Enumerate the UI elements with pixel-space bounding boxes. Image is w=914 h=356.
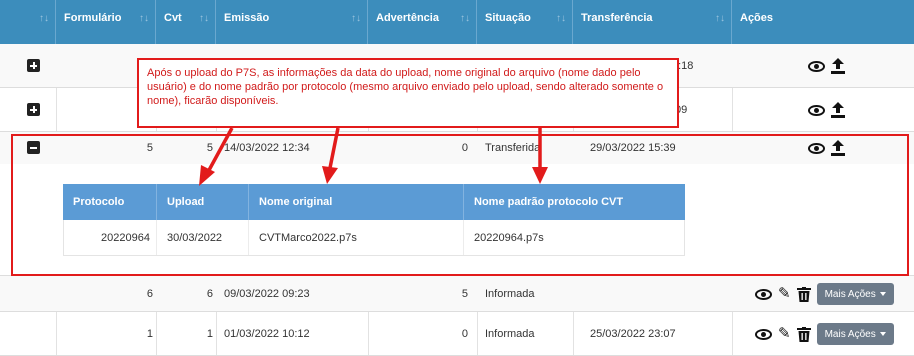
col-header-formulario[interactable]: Formulário ↑↓ (56, 0, 156, 44)
situacao-cell: Informada (485, 287, 535, 300)
annotation-callout: Após o upload do P7S, as informações da … (137, 58, 679, 128)
advertencia-cell: 0 (461, 327, 468, 340)
plus-square-icon[interactable] (27, 59, 40, 72)
more-actions-button[interactable]: Mais Ações (816, 283, 894, 305)
table-row: 6 6 09/03/2022 09:23 5 Informada ✎ Mais … (0, 276, 914, 312)
row-actions: ✎ Mais Ações (755, 283, 894, 305)
advertencia-cell: 5 (461, 287, 468, 300)
eye-icon[interactable] (808, 104, 825, 116)
pencil-icon[interactable]: ✎ (778, 326, 791, 341)
table-header: ↑↓ Formulário ↑↓ Cvt ↑↓ Emissão ↑↓ Advertên… (0, 0, 914, 44)
table-row: 1 1 01/03/2022 10:12 0 Informada 25/03/2… (0, 312, 914, 356)
caret-down-icon (879, 292, 886, 296)
row-actions (808, 58, 845, 74)
formulario-cell: 6 (146, 287, 153, 300)
formulario-cell: 1 (146, 327, 153, 340)
caret-down-icon (879, 332, 886, 336)
eye-icon[interactable] (755, 288, 772, 300)
eye-icon[interactable] (755, 328, 772, 340)
col-header-transferencia[interactable]: Transferência ↑↓ (573, 0, 732, 44)
cvt-cell: 6 (206, 287, 213, 300)
upload-icon[interactable] (831, 102, 845, 118)
col-header-emissao[interactable]: Emissão ↑↓ (216, 0, 368, 44)
more-actions-button[interactable]: Mais Ações (816, 323, 894, 345)
transferencia-cell: 25/03/2022 23:07 (590, 327, 676, 340)
row-actions: ✎ Mais Ações (755, 323, 894, 345)
plus-square-icon[interactable] (27, 103, 40, 116)
upload-icon[interactable] (831, 58, 845, 74)
col-header-advertencia[interactable]: Advertência ↑↓ (368, 0, 477, 44)
trash-icon[interactable] (796, 286, 811, 302)
row-actions (808, 102, 845, 118)
emissao-cell: 01/03/2022 10:12 (224, 327, 310, 340)
emissao-cell: 09/03/2022 09:23 (224, 287, 310, 300)
col-header-cvt[interactable]: Cvt ↑↓ (156, 0, 216, 44)
col-header-situacao[interactable]: Situação ↑↓ (477, 0, 573, 44)
highlight-box (11, 134, 909, 276)
trash-icon[interactable] (796, 326, 811, 342)
pencil-icon[interactable]: ✎ (778, 286, 791, 301)
col-header-toggle[interactable]: ↑↓ (0, 0, 56, 44)
situacao-cell: Informada (485, 327, 535, 340)
cvt-cell: 1 (206, 327, 213, 340)
eye-icon[interactable] (808, 60, 825, 72)
col-header-acoes: Ações (740, 12, 774, 24)
